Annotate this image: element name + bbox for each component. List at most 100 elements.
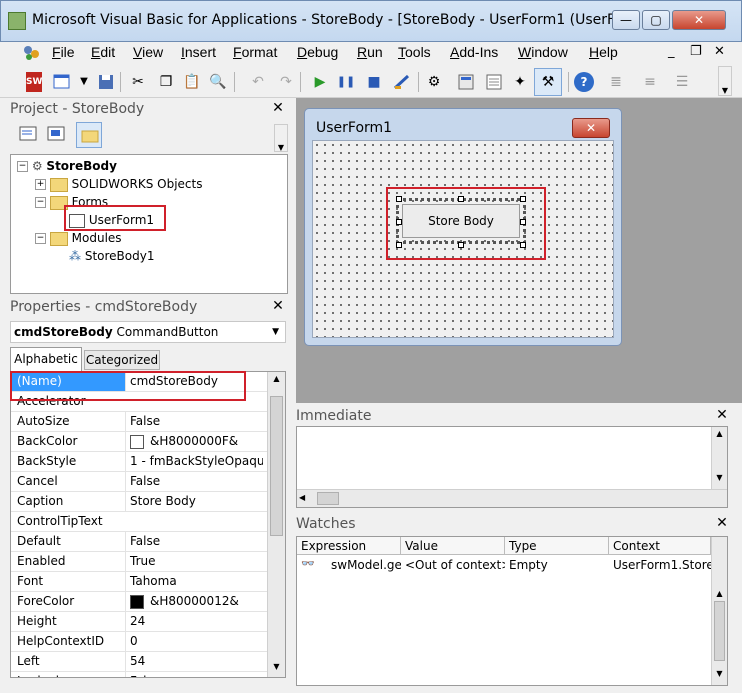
collapse-icon[interactable]: − (35, 233, 46, 244)
immediate-pane[interactable]: ▲ ▼ ◀ (296, 426, 728, 508)
break-icon[interactable]: ❚❚ (336, 72, 356, 92)
tree-storebody1[interactable]: ⁂ StoreBody1 (69, 247, 154, 265)
maximize-button[interactable]: ▢ (642, 10, 670, 30)
property-row[interactable]: ForeColor &H80000012& (11, 592, 285, 612)
doc-close-button[interactable]: ✕ (714, 44, 725, 59)
watches-scrollbar[interactable]: ▲ ▼ (711, 537, 727, 685)
property-value[interactable]: False (125, 532, 263, 551)
doc-restore-button[interactable]: ❐ (690, 44, 702, 59)
insert-userform-icon[interactable] (52, 72, 72, 92)
toolbox-icon[interactable]: ⚒ (534, 68, 562, 96)
properties-window-icon[interactable] (484, 72, 504, 92)
project-close-icon[interactable]: ✕ (270, 101, 286, 117)
toolbar-overflow-icon[interactable]: ▼ (718, 66, 732, 96)
scroll-thumb[interactable] (270, 396, 283, 536)
solidworks-icon[interactable]: SW (26, 72, 42, 92)
watch-col-context[interactable]: Context (609, 537, 711, 555)
redo-icon[interactable]: ↷ (276, 72, 296, 92)
property-row[interactable]: Caption Store Body (11, 492, 285, 512)
immediate-close-icon[interactable]: ✕ (714, 408, 730, 424)
property-row[interactable]: Height 24 (11, 612, 285, 632)
menu-view[interactable]: View (133, 44, 163, 60)
reset-icon[interactable]: ■ (364, 72, 384, 92)
scroll-up-icon[interactable]: ▲ (268, 374, 285, 383)
menu-tools[interactable]: Tools (398, 44, 431, 60)
property-value[interactable]: 24 (125, 612, 263, 631)
comment-block-icon[interactable]: ☰ (672, 72, 692, 92)
scroll-thumb[interactable] (317, 492, 339, 505)
menu-debug[interactable]: Debug (297, 44, 338, 60)
tab-categorized[interactable]: Categorized (84, 350, 160, 370)
property-row[interactable]: HelpContextID 0 (11, 632, 285, 652)
object-browser-icon[interactable]: ✦ (510, 72, 530, 92)
property-value[interactable]: &H8000000F& (125, 432, 263, 451)
dropdown-arrow-icon[interactable]: ▼ (74, 72, 94, 92)
property-row[interactable]: Default False (11, 532, 285, 552)
properties-close-icon[interactable]: ✕ (270, 299, 286, 315)
tree-root[interactable]: − ⚙ StoreBody (17, 157, 117, 175)
scroll-thumb[interactable] (714, 601, 725, 661)
property-value[interactable]: 1 - fmBackStyleOpaque (125, 452, 263, 471)
chevron-down-icon[interactable]: ▼ (272, 322, 279, 342)
collapse-icon[interactable]: − (17, 161, 28, 172)
scroll-up-icon[interactable]: ▲ (712, 429, 727, 438)
watch-col-type[interactable]: Type (505, 537, 609, 555)
menu-format[interactable]: Format (233, 44, 277, 60)
menu-edit[interactable]: Edit (91, 44, 115, 60)
find-icon[interactable]: 🔍 (208, 72, 228, 92)
property-row[interactable]: Locked False (11, 672, 285, 677)
property-value[interactable]: False (125, 472, 263, 491)
object-selector[interactable]: cmdStoreBody CommandButton ▼ (10, 321, 286, 343)
toggle-folders-icon[interactable] (76, 122, 102, 148)
watch-expression[interactable]: swModel.ge (327, 556, 401, 574)
menu-run[interactable]: Run (357, 44, 383, 60)
property-row[interactable]: Font Tahoma (11, 572, 285, 592)
paste-icon[interactable]: 📋 (182, 72, 202, 92)
property-value[interactable]: Tahoma (125, 572, 263, 591)
watch-col-expression[interactable]: Expression (297, 537, 401, 555)
scroll-down-icon[interactable]: ▼ (268, 662, 285, 671)
immediate-hscrollbar[interactable]: ◀ (297, 489, 727, 507)
view-code-icon[interactable] (18, 124, 38, 144)
project-toolbar-overflow-icon[interactable]: ▼ (274, 124, 288, 152)
property-row[interactable]: ControlTipText (11, 512, 285, 532)
property-row[interactable]: AutoSize False (11, 412, 285, 432)
property-row[interactable]: BackColor &H8000000F& (11, 432, 285, 452)
expand-icon[interactable]: + (35, 179, 46, 190)
scroll-down-icon[interactable]: ▼ (712, 473, 727, 482)
property-value[interactable]: Store Body (125, 492, 263, 511)
close-button[interactable]: ✕ (672, 10, 726, 30)
menu-window[interactable]: Window (518, 44, 568, 60)
property-value[interactable]: False (125, 412, 263, 431)
property-value[interactable]: 54 (125, 652, 263, 671)
property-row[interactable]: Enabled True (11, 552, 285, 572)
property-row[interactable]: Left 54 (11, 652, 285, 672)
tree-modules[interactable]: − Modules (35, 229, 122, 247)
scroll-up-icon[interactable]: ▲ (712, 589, 727, 598)
watches-close-icon[interactable]: ✕ (714, 516, 730, 532)
indent-icon[interactable]: ≣ (606, 72, 626, 92)
property-row[interactable]: Cancel False (11, 472, 285, 492)
menu-addins[interactable]: Add-Ins (450, 44, 498, 60)
toolbox-gear-icon[interactable]: ⚙ (424, 72, 444, 92)
property-value[interactable]: True (125, 552, 263, 571)
properties-scrollbar[interactable]: ▲ ▼ (267, 372, 285, 677)
copy-icon[interactable]: ❐ (156, 72, 176, 92)
outdent-icon[interactable]: ≡ (640, 72, 660, 92)
doc-minimize-button[interactable]: _ (668, 44, 675, 59)
vba-menu-icon[interactable] (20, 42, 42, 62)
view-object-icon[interactable] (46, 124, 66, 144)
scroll-left-icon[interactable]: ◀ (299, 493, 305, 502)
undo-icon[interactable]: ↶ (248, 72, 268, 92)
menu-file[interactable]: File (52, 44, 75, 60)
userform-close-icon[interactable]: ✕ (572, 118, 610, 138)
tree-solidworks-objects[interactable]: + SOLIDWORKS Objects (35, 175, 202, 193)
immediate-vscrollbar[interactable]: ▲ ▼ (711, 427, 727, 489)
cut-icon[interactable]: ✂ (128, 72, 148, 92)
save-icon[interactable] (96, 72, 116, 92)
property-value[interactable]: False (125, 672, 263, 677)
minimize-button[interactable]: — (612, 10, 640, 30)
property-value[interactable]: 0 (125, 632, 263, 651)
scroll-down-icon[interactable]: ▼ (712, 669, 727, 678)
help-icon[interactable]: ? (574, 72, 594, 92)
